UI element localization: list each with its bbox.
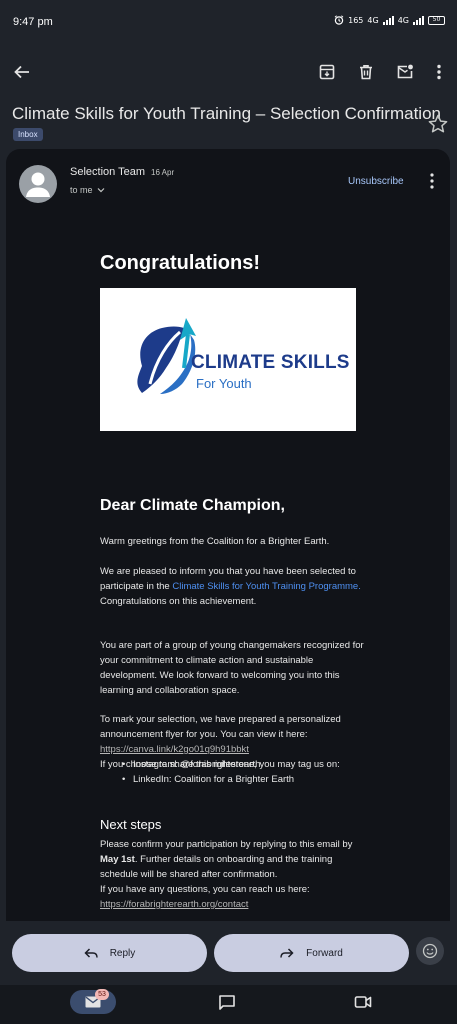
action-bar: Reply Forward <box>0 921 457 985</box>
bottom-navigation: 53 <box>0 985 457 1024</box>
paragraph-confirm: Please confirm your participation by rep… <box>100 837 364 912</box>
flyer-link[interactable]: https://canva.link/k2go01q9h91bbkt <box>100 744 249 755</box>
climate-skills-logo: CLIMATE SKILLS For Youth <box>100 288 356 431</box>
congratulations-heading: Congratulations! <box>100 252 260 274</box>
forward-label: Forward <box>306 947 343 959</box>
trash-icon <box>360 65 372 80</box>
paragraph-intro: Warm greetings from the Coalition for a … <box>100 536 330 547</box>
reply-button[interactable]: Reply <box>12 934 207 972</box>
list-item: LinkedIn: Coalition for a Brighter Earth <box>133 772 363 787</box>
mark-unread-icon <box>397 64 413 79</box>
inbox-label-badge[interactable]: Inbox <box>13 128 43 141</box>
greeting-heading: Dear Climate Champion, <box>100 497 285 514</box>
congrats-text: Congratulations on this achievement. <box>100 596 257 607</box>
network-type: 4G <box>367 15 379 25</box>
logo-title: CLIMATE SKILLS <box>191 352 350 373</box>
paragraph-selection: We are pleased to inform you that you ha… <box>100 564 364 609</box>
next-steps-heading: Next steps <box>100 817 162 832</box>
more-options-button[interactable] <box>425 58 453 86</box>
chat-icon[interactable] <box>218 994 236 1011</box>
video-camera-icon[interactable] <box>354 994 372 1010</box>
social-list: Instagram: @forabrighterearth LinkedIn: … <box>133 757 363 787</box>
unsubscribe-link[interactable]: Unsubscribe <box>348 176 404 187</box>
archive-icon <box>319 64 335 80</box>
recipient-toggle[interactable]: to me <box>70 185 105 195</box>
flyer-text: To mark your selection, we have prepared… <box>100 714 341 740</box>
recipient-label: to me <box>70 185 93 195</box>
nav-mail-tab[interactable]: 53 <box>70 989 116 1014</box>
unread-count-badge: 53 <box>95 989 109 1000</box>
delete-button[interactable] <box>352 58 380 86</box>
list-item: Instagram: @forabrighterearth <box>133 757 363 772</box>
status-icons: 165 4G 4G 50 <box>334 15 445 25</box>
emoji-reaction-button[interactable] <box>416 937 444 965</box>
contact-text: If you have any questions, you can reach… <box>100 884 310 895</box>
more-vert-icon <box>437 64 441 80</box>
email-subject: Climate Skills for Youth Training – Sele… <box>12 104 441 123</box>
programme-link[interactable]: Climate Skills for Youth Training Progra… <box>172 581 361 592</box>
star-icon[interactable] <box>427 113 449 135</box>
arrow-left-icon <box>14 65 29 79</box>
more-vert-icon[interactable] <box>424 171 440 191</box>
toolbar <box>0 52 457 92</box>
paragraph-group: You are part of a group of young changem… <box>100 640 364 696</box>
deadline-text: May 1st <box>100 854 135 865</box>
smiley-icon <box>422 943 438 959</box>
data-speed: 165 <box>348 15 364 25</box>
battery-icon: 50 <box>428 15 445 25</box>
alarm-icon <box>334 15 344 25</box>
signal-icon-2 <box>413 15 424 25</box>
chevron-down-icon <box>97 188 104 193</box>
confirm-text: Please confirm your participation by rep… <box>100 839 353 850</box>
email-card: Selection Team 16 Apr to me Unsubscribe … <box>6 149 450 921</box>
forward-icon <box>280 948 294 958</box>
archive-button[interactable] <box>313 58 341 86</box>
network-type-2: 4G <box>397 15 409 25</box>
logo-subtitle: For Youth <box>196 376 252 391</box>
mark-unread-button[interactable] <box>391 58 419 86</box>
confirm-text-2: . Further details on onboarding and the … <box>100 854 333 880</box>
contact-link[interactable]: https://forabrighterearth.org/contact <box>100 899 248 910</box>
sender-name[interactable]: Selection Team <box>70 166 145 178</box>
reply-label: Reply <box>109 947 136 959</box>
reply-icon <box>84 948 98 958</box>
forward-button[interactable]: Forward <box>214 934 409 972</box>
avatar[interactable] <box>19 165 57 203</box>
status-time: 9:47 pm <box>13 16 53 28</box>
email-date: 16 Apr <box>151 168 175 177</box>
person-icon <box>26 172 50 197</box>
signal-icon <box>382 15 394 25</box>
back-button[interactable] <box>8 58 36 86</box>
status-bar: 9:47 pm 165 4G 4G 50 <box>0 0 457 44</box>
